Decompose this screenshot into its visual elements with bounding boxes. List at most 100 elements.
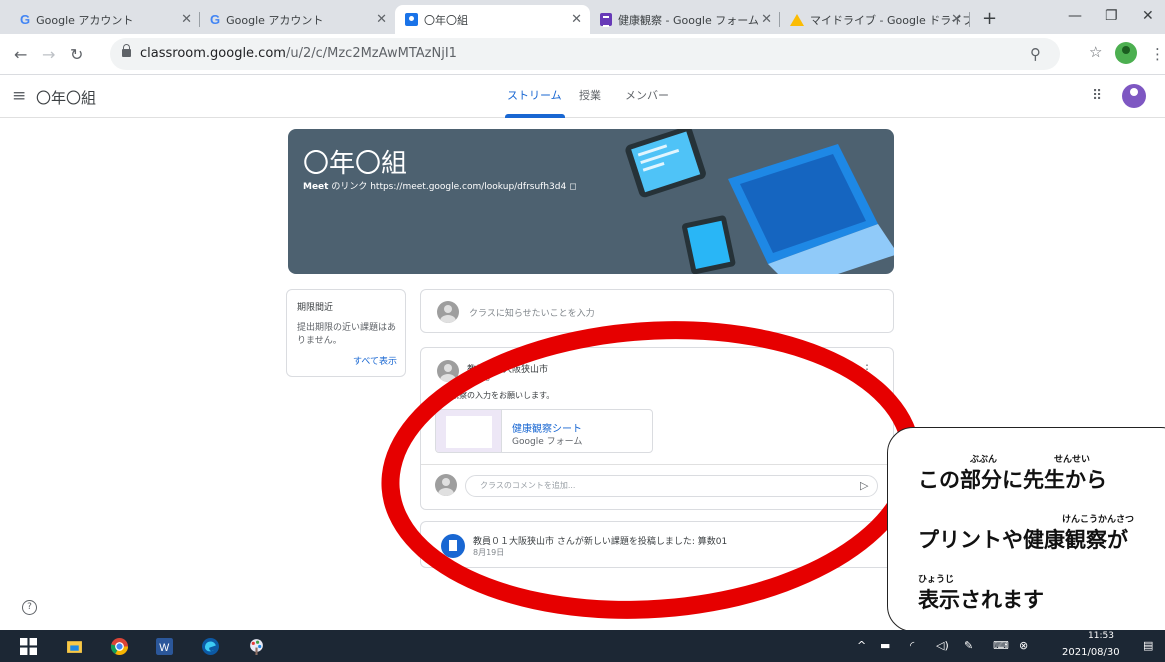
class-title[interactable]: 〇年〇組	[36, 87, 96, 108]
wifi-icon[interactable]: ◜	[910, 639, 914, 652]
classroom-icon	[405, 13, 418, 26]
chevron-up-icon[interactable]: ^	[857, 639, 866, 652]
window-close-icon[interactable]: ✕	[1142, 8, 1154, 24]
forward-arrow-icon[interactable]: →	[42, 45, 55, 64]
close-icon[interactable]: ✕	[571, 12, 582, 27]
reload-icon[interactable]: ↻	[70, 45, 83, 64]
windows-taskbar: W ^ ▬ ◜ ◁) ✎ ⌨ ⊗ 11:53 2021/08/30 ▤	[0, 630, 1165, 662]
browser-tab-strip: G Google アカウント ✕ G Google アカウント ✕ 〇年〇組 ✕…	[0, 0, 1165, 34]
author-avatar	[437, 360, 459, 382]
restore-icon[interactable]: ❐	[1105, 8, 1118, 24]
help-icon[interactable]: ?	[22, 600, 37, 615]
tab-stream[interactable]: ストリーム	[507, 87, 562, 103]
callout-line-1: この部分に先生から	[918, 468, 1107, 492]
browser-tab[interactable]: マイドライブ - Google ドライブ ✕	[780, 5, 970, 34]
upcoming-card: 期限間近 提出期限の近い課題はありません。 すべて表示	[286, 289, 406, 377]
meet-link[interactable]: Meet のリンク https://meet.google.com/lookup…	[303, 179, 577, 192]
browser-tab[interactable]: 健康観察 - Google フォーム ✕	[590, 5, 780, 34]
lock-icon	[122, 44, 131, 57]
upcoming-body: 提出期限の近い課題はありません。	[297, 323, 397, 346]
assignment-post-text: 教員０１大阪狭山市 さんが新しい課題を投稿しました: 算数01	[473, 537, 728, 547]
attachment-card[interactable]: 健康観察シート Google フォーム	[435, 409, 653, 453]
assignment-icon	[441, 534, 465, 558]
close-icon[interactable]: ✕	[951, 12, 962, 27]
attachment-title: 健康観察シート	[512, 424, 582, 435]
browser-toolbar: ← → ↻ classroom.google.com/u/2/c/Mzc2MzA…	[0, 34, 1165, 75]
pen-icon[interactable]: ✎	[964, 639, 973, 652]
browser-tab[interactable]: G Google アカウント ✕	[200, 5, 395, 34]
svg-text:W: W	[159, 642, 169, 654]
post-body: 健康観察の入力をお願いします。	[435, 391, 555, 400]
close-icon[interactable]: ✕	[376, 12, 387, 27]
tab-title: 健康観察 - Google フォーム	[618, 13, 759, 27]
user-avatar	[437, 301, 459, 323]
view-all-link[interactable]: すべて表示	[353, 354, 397, 367]
google-g-icon: G	[210, 12, 221, 27]
callout-line-2: プリントや健康観察が	[918, 528, 1128, 552]
tab-people[interactable]: メンバー	[625, 87, 669, 103]
more-vertical-icon[interactable]: ⋮	[1150, 45, 1165, 63]
announce-placeholder: クラスに知らせたいことを入力	[469, 309, 595, 319]
send-icon[interactable]: ▷	[860, 479, 868, 492]
battery-icon[interactable]: ▬	[880, 639, 890, 652]
post-card: 教員０１大阪狭山市 11:50 ⋮ 健康観察の入力をお願いします。 健康観察シー…	[420, 347, 894, 510]
attachment-thumbnail	[436, 410, 502, 452]
volume-icon[interactable]: ◁)	[936, 639, 949, 652]
windows-start-icon[interactable]	[20, 638, 37, 655]
browser-tab[interactable]: G Google アカウント ✕	[10, 5, 200, 34]
post-time: 11:50	[467, 374, 491, 383]
keyboard-icon[interactable]: ⌨	[993, 639, 1009, 652]
url-path: /u/2/c/Mzc2MzAwMTAzNjI1	[285, 46, 457, 61]
back-arrow-icon[interactable]: ←	[14, 45, 27, 64]
tab-title: Google アカウント	[226, 13, 324, 27]
taskbar-time[interactable]: 11:53	[1088, 631, 1114, 641]
callout-box: ぶぶん せんせい この部分に先生から けんこうかんさつ プリントや健康観察が ひ…	[887, 427, 1165, 632]
hamburger-menu-icon[interactable]: ≡	[12, 86, 26, 106]
address-bar[interactable]: classroom.google.com/u/2/c/Mzc2MzAwMTAzN…	[110, 38, 1060, 70]
user-avatar	[435, 474, 457, 496]
profile-avatar[interactable]	[1115, 42, 1137, 64]
assignment-post-date: 8月19日	[473, 548, 505, 557]
edge-icon[interactable]	[202, 638, 219, 655]
drive-icon	[790, 13, 804, 26]
tab-title: Google アカウント	[36, 13, 134, 27]
word-icon[interactable]: W	[156, 638, 173, 655]
minimize-icon[interactable]: —	[1068, 8, 1082, 24]
class-banner: 〇年〇組 Meet のリンク https://meet.google.com/l…	[288, 129, 894, 274]
banner-illustration	[625, 129, 894, 274]
tab-title: 〇年〇組	[424, 13, 468, 27]
apps-grid-icon[interactable]: ⠿	[1092, 88, 1102, 104]
disconnected-icon[interactable]: ⊗	[1019, 639, 1028, 652]
taskbar-date[interactable]: 2021/08/30	[1062, 647, 1120, 658]
notification-icon[interactable]: ▤	[1143, 639, 1153, 652]
meet-label: Meet	[303, 182, 329, 192]
tab-classwork[interactable]: 授業	[579, 87, 601, 103]
announce-box[interactable]: クラスに知らせたいことを入力	[420, 289, 894, 333]
close-icon[interactable]: ✕	[761, 12, 772, 27]
browser-tab-active[interactable]: 〇年〇組 ✕	[395, 5, 590, 34]
callout-line-3: 表示されます	[918, 588, 1044, 612]
banner-title: 〇年〇組	[303, 149, 408, 179]
zoom-icon[interactable]: ⚲	[1030, 45, 1041, 63]
classroom-header: ≡ 〇年〇組 ストリーム 授業 メンバー ⠿	[0, 75, 1165, 118]
tab-separator	[969, 12, 970, 27]
attachment-type: Google フォーム	[512, 437, 583, 447]
chrome-icon[interactable]	[111, 638, 128, 655]
bookmark-star-icon[interactable]: ☆	[1089, 43, 1102, 61]
divider	[421, 464, 893, 465]
more-vertical-icon[interactable]: ⋮	[861, 362, 873, 376]
meet-link-text: のリンク https://meet.google.com/lookup/dfrs…	[331, 182, 567, 192]
active-tab-indicator	[505, 114, 565, 118]
comment-input[interactable]: クラスのコメントを追加...	[465, 475, 878, 497]
video-camera-icon: ◻	[569, 182, 577, 192]
forms-icon	[600, 13, 612, 27]
upcoming-title: 期限間近	[297, 303, 334, 313]
file-explorer-icon[interactable]	[66, 638, 83, 655]
account-avatar[interactable]	[1122, 84, 1146, 108]
new-tab-button[interactable]: +	[982, 8, 997, 29]
close-icon[interactable]: ✕	[181, 12, 192, 27]
url-host: classroom.google.com	[140, 46, 286, 61]
assignment-post[interactable]: 教員０１大阪狭山市 さんが新しい課題を投稿しました: 算数01 8月19日	[420, 521, 894, 568]
paint-app-icon[interactable]	[248, 638, 265, 655]
tab-title: マイドライブ - Google ドライブ	[810, 13, 970, 27]
